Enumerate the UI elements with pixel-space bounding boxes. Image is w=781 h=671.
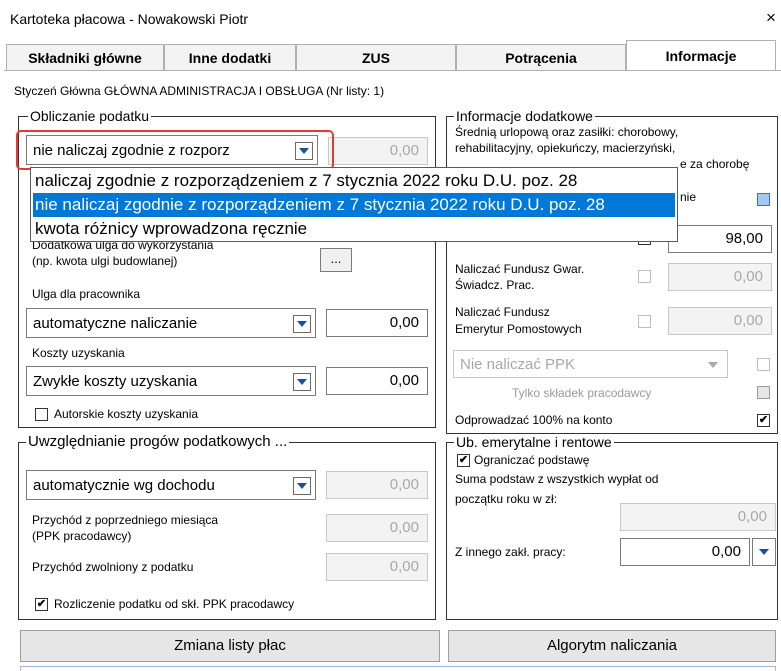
transfer-label: Odprowadzać 100% na konto <box>455 413 613 427</box>
info-line-2: rehabilitacyjny, opiekuńczy, macierzyńsk… <box>455 141 676 155</box>
tax-calculation-title: Obliczanie podatku <box>28 108 152 124</box>
other-employer-dropdown-button[interactable] <box>752 538 776 566</box>
sum-bases-sublabel: początku roku w zł: <box>455 492 558 506</box>
dropdown-option-do-not-calculate[interactable]: nie naliczaj zgodnie z rozporządzeniem z… <box>33 193 675 217</box>
dropdown-option-manual-difference[interactable]: kwota różnicy wprowadzona ręcznie <box>33 217 675 241</box>
dropdown-option-calculate[interactable]: naliczaj zgodnie z rozporządzeniem z 7 s… <box>33 169 675 193</box>
change-payroll-list-button[interactable]: Zmiana listy płac <box>20 630 440 662</box>
ppk-checkbox[interactable] <box>757 358 770 371</box>
fgsp-checkbox[interactable] <box>638 270 651 283</box>
author-costs-checkbox[interactable] <box>35 408 48 421</box>
sum-bases-label: Suma podstaw z wszystkich wypłat od <box>455 472 659 486</box>
employee-relief-value-text: automatyczne naliczanie <box>33 315 198 332</box>
chevron-down-icon[interactable] <box>293 373 311 391</box>
calculation-algorithm-button[interactable]: Algorytm naliczania <box>448 630 776 662</box>
costs-field[interactable]: 0,00 <box>326 367 428 395</box>
ppk-employer-only-label: Tylko składek pracodawcy <box>512 386 652 400</box>
exempt-income-field: 0,00 <box>326 553 428 581</box>
extra-relief-button[interactable]: ... <box>320 248 352 272</box>
thresholds-value-text: automatycznie wg dochodu <box>33 477 215 494</box>
extra-relief-sublabel: (np. kwota ulgi budowlanej) <box>32 254 178 268</box>
chevron-down-icon[interactable] <box>293 315 311 333</box>
costs-combo[interactable]: Zwykłe koszty uzyskania <box>26 366 316 396</box>
tab-zus[interactable]: ZUS <box>296 44 456 70</box>
pension-group <box>446 442 778 620</box>
prev-income-sublabel: (PPK pracodawcy) <box>32 529 132 543</box>
transfer-checkbox[interactable]: ✔ <box>757 414 770 427</box>
payroll-subtitle: Styczeń Główna GŁÓWNA ADMINISTRACJA I OB… <box>14 84 385 98</box>
info-line-3: e za chorobę <box>680 157 750 171</box>
limit-base-checkbox[interactable]: ✔ <box>457 454 470 467</box>
ppk-combo-value: Nie naliczać PPK <box>460 356 576 373</box>
tax-mode-dropdown-list: naliczaj zgodnie z rozporządzeniem z 7 s… <box>30 167 678 242</box>
fep-sublabel: Emerytur Pomostowych <box>455 322 582 336</box>
exempt-income-label: Przychód zwolniony z podatku <box>32 560 194 574</box>
ppk-employer-only-checkbox <box>757 386 770 399</box>
bottom-panel-edge <box>20 666 776 671</box>
highlight-frame <box>16 130 334 170</box>
chevron-down-icon <box>705 357 723 375</box>
tab-skladniki-glowne[interactable]: Składniki główne <box>6 44 164 70</box>
additional-info-title: Informacje dodatkowe <box>454 108 595 124</box>
thresholds-combo[interactable]: automatycznie wg dochodu <box>26 470 316 500</box>
sum-bases-field: 0,00 <box>620 503 776 531</box>
other-employer-label: Z innego zakł. pracy: <box>455 545 566 559</box>
fep-field: 0,00 <box>668 307 772 335</box>
employee-relief-combo[interactable]: automatyczne naliczanie <box>26 308 316 338</box>
close-icon[interactable]: × <box>766 9 776 26</box>
tax-amount-field: 0,00 <box>328 137 428 165</box>
tab-divider <box>4 70 781 71</box>
sick-benefit-checkbox[interactable] <box>757 193 770 206</box>
chevron-down-icon[interactable] <box>293 477 311 495</box>
tab-potracenia[interactable]: Potrącenia <box>456 44 626 70</box>
tab-inne-dodatki[interactable]: Inne dodatki <box>164 44 296 70</box>
tab-informacje[interactable]: Informacje <box>626 40 776 70</box>
employee-relief-label: Ulga dla pracownika <box>32 287 141 301</box>
costs-value-text: Zwykłe koszty uzyskania <box>33 373 198 390</box>
prev-income-label: Przychód z poprzedniego miesiąca <box>32 513 219 527</box>
fgsp-sublabel: Świadcz. Prac. <box>455 278 535 292</box>
info-line-1: Średnią urlopową oraz zasiłki: chorobowy… <box>455 125 679 139</box>
costs-label: Koszty uzyskania <box>32 346 125 360</box>
info-value-field[interactable]: 98,00 <box>668 225 772 253</box>
fep-label: Naliczać Fundusz <box>455 305 550 319</box>
prev-income-field: 0,00 <box>326 514 428 542</box>
other-employer-field[interactable]: 0,00 <box>620 538 750 566</box>
window-title: Kartoteka płacowa - Nowakowski Piotr <box>10 11 249 27</box>
employee-relief-field[interactable]: 0,00 <box>326 309 428 337</box>
author-costs-label: Autorskie koszty uzyskania <box>54 407 199 421</box>
ppk-settlement-checkbox[interactable]: ✔ <box>35 598 48 611</box>
chevron-down-icon <box>759 549 769 555</box>
fgsp-label: Naliczać Fundusz Gwar. <box>455 262 585 276</box>
pension-title: Ub. emerytalne i rentowe <box>454 434 614 450</box>
info-line-4: nie <box>680 190 697 204</box>
ppk-settlement-label: Rozliczenie podatku od skł. PPK pracodaw… <box>54 597 295 611</box>
fgsp-field: 0,00 <box>668 263 772 291</box>
thresholds-title: Uwzględnianie progów podatkowych ... <box>26 433 290 450</box>
ppk-combo: Nie naliczać PPK <box>453 350 728 378</box>
thresholds-field: 0,00 <box>326 471 428 499</box>
limit-base-label: Ograniczać podstawę <box>474 453 590 467</box>
fep-checkbox[interactable] <box>638 315 651 328</box>
